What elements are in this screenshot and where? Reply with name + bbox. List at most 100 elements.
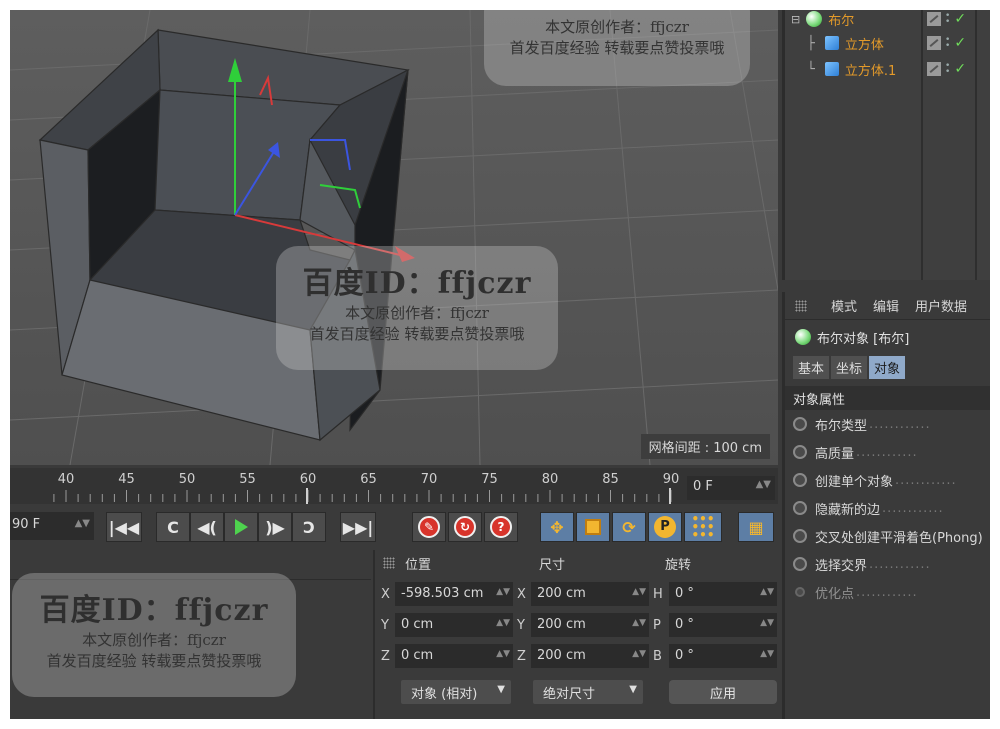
object-row-cube-1[interactable]: └ 立方体.1 • • ✓ <box>785 56 990 82</box>
ruler-tick-label: 90 <box>662 472 680 487</box>
animation-radio-icon[interactable] <box>793 557 807 571</box>
animation-radio-icon[interactable] <box>793 501 807 515</box>
size-mode-dropdown[interactable]: 绝对尺寸 ▼ <box>533 680 643 704</box>
object-name[interactable]: 立方体 <box>845 34 884 53</box>
visibility-dots-icon[interactable]: • • <box>945 12 950 27</box>
watermark-id: 百度ID：ffjczr <box>302 266 532 301</box>
layer-icon[interactable] <box>927 12 941 26</box>
size-x-field[interactable]: 200 cm ▲▼ <box>531 582 649 606</box>
axis-label: X <box>517 587 526 602</box>
current-frame-field[interactable]: 0 F ▲▼ <box>687 476 775 500</box>
position-x-field[interactable]: -598.503 cm ▲▼ <box>395 582 513 606</box>
play-button[interactable] <box>224 512 258 542</box>
object-tags: • • ✓ <box>927 35 966 51</box>
coordinate-mode-dropdown[interactable]: 对象 (相对) ▼ <box>401 680 511 704</box>
grip-icon[interactable] <box>795 299 807 312</box>
spin-icon[interactable]: ▲▼ <box>75 518 90 529</box>
object-name[interactable]: 立方体.1 <box>845 60 896 79</box>
move-tool-button[interactable]: ✥ <box>540 512 574 542</box>
tree-line-icon: ├ <box>807 35 815 51</box>
prop-optimize-points[interactable]: 优化点............ <box>785 578 990 606</box>
prop-select-intersection[interactable]: 选择交界............ <box>785 550 990 578</box>
rotation-h-field[interactable]: 0 ° ▲▼ <box>669 582 777 606</box>
scale-tool-button[interactable] <box>576 512 610 542</box>
tab-coord[interactable]: 坐标 <box>831 355 868 379</box>
animation-radio-icon[interactable] <box>793 417 807 431</box>
points-tool-button[interactable]: ••• ••• ••• <box>684 512 722 542</box>
apply-button[interactable]: 应用 <box>669 680 777 704</box>
spin-icon[interactable]: ▲▼ <box>632 649 646 659</box>
axis-label: Y <box>517 618 525 633</box>
animation-radio-icon[interactable] <box>793 445 807 459</box>
spin-icon[interactable]: ▲▼ <box>632 618 646 628</box>
timeline[interactable]: 40 45 50 55 60 65 70 75 80 85 90 0 F ▲▼ <box>10 468 778 504</box>
prop-high-quality[interactable]: 高质量............ <box>785 438 990 466</box>
section-object-properties[interactable]: 对象属性 <box>785 386 990 410</box>
object-name[interactable]: 布尔 <box>828 10 854 29</box>
field-value: 0 cm <box>401 617 434 632</box>
end-frame-field[interactable]: 90 F ▲▼ <box>10 512 94 540</box>
prop-hide-new-edges[interactable]: 隐藏新的边............ <box>785 494 990 522</box>
tab-object[interactable]: 对象 <box>869 355 906 379</box>
grip-icon[interactable] <box>383 557 395 569</box>
coordinates-header: 位置 尺寸 旋转 <box>375 550 778 576</box>
timeline-marker[interactable] <box>306 488 308 504</box>
go-to-end-button[interactable]: ▶▶| <box>340 512 376 542</box>
spin-icon[interactable]: ▲▼ <box>496 587 510 597</box>
autokey-button[interactable]: ↻ <box>448 512 482 542</box>
go-to-start-button[interactable]: |◀◀ <box>106 512 142 542</box>
timeline-ruler[interactable]: 40 45 50 55 60 65 70 75 80 85 90 <box>10 468 686 504</box>
menu-edit[interactable]: 编辑 <box>873 296 899 315</box>
spin-icon[interactable]: ▲▼ <box>632 587 646 597</box>
size-y-field[interactable]: 200 cm ▲▼ <box>531 613 649 637</box>
position-y-field[interactable]: 0 cm ▲▼ <box>395 613 513 637</box>
object-row-cube[interactable]: ├ 立方体 • • ✓ <box>785 30 990 56</box>
spin-icon[interactable]: ▲▼ <box>760 649 774 659</box>
layer-icon[interactable] <box>927 62 941 76</box>
object-row-boole[interactable]: ⊟ 布尔 • • ✓ <box>785 10 990 32</box>
enabled-check-icon[interactable]: ✓ <box>954 61 966 77</box>
boole-object-mesh[interactable] <box>38 28 410 442</box>
menu-user-data[interactable]: 用户数据 <box>915 296 967 315</box>
visibility-dots-icon[interactable]: • • <box>945 36 950 51</box>
layer-icon[interactable] <box>927 36 941 50</box>
enabled-check-icon[interactable]: ✓ <box>954 35 966 51</box>
spin-icon[interactable]: ▲▼ <box>760 618 774 628</box>
tab-basic[interactable]: 基本 <box>793 355 830 379</box>
visibility-dots-icon[interactable]: • • <box>945 62 950 77</box>
menu-mode[interactable]: 模式 <box>831 296 857 315</box>
help-button[interactable]: ? <box>484 512 518 542</box>
animation-radio-icon[interactable] <box>793 529 807 543</box>
previous-frame-button[interactable]: ◀( <box>190 512 224 542</box>
spin-icon[interactable]: ▲▼ <box>756 479 771 490</box>
scale-icon <box>585 519 601 535</box>
prop-phong-at-intersection[interactable]: 交叉处创建平滑着色(Phong) <box>785 522 990 550</box>
spin-icon[interactable]: ▲▼ <box>496 618 510 628</box>
animation-radio-icon[interactable] <box>795 587 805 597</box>
field-value: -598.503 cm <box>401 586 484 601</box>
param-tool-button[interactable]: P <box>648 512 682 542</box>
next-frame-button[interactable]: )▶ <box>258 512 292 542</box>
play-icon <box>234 519 248 535</box>
animation-radio-icon[interactable] <box>793 473 807 487</box>
prop-leader: ............ <box>882 500 944 516</box>
position-z-field[interactable]: 0 cm ▲▼ <box>395 644 513 668</box>
record-button[interactable]: ✎ <box>412 512 446 542</box>
size-z-field[interactable]: 200 cm ▲▼ <box>531 644 649 668</box>
prop-create-single-object[interactable]: 创建单个对象............ <box>785 466 990 494</box>
previous-key-button[interactable]: C <box>156 512 190 542</box>
coord-row-x: X -598.503 cm ▲▼ X 200 cm ▲▼ H 0 ° ▲▼ <box>375 582 780 608</box>
spin-icon[interactable]: ▲▼ <box>760 587 774 597</box>
rotation-b-field[interactable]: 0 ° ▲▼ <box>669 644 777 668</box>
enabled-check-icon[interactable]: ✓ <box>954 11 966 27</box>
rotate-tool-button[interactable]: ⟳ <box>612 512 646 542</box>
playhead-end-marker[interactable] <box>669 488 671 504</box>
spin-icon[interactable]: ▲▼ <box>496 649 510 659</box>
watermark-note: 首发百度经验 转载要点赞投票哦 <box>509 39 725 57</box>
next-key-button[interactable]: Ↄ <box>292 512 326 542</box>
timeline-window-button[interactable]: ▦ <box>738 512 774 542</box>
collapse-icon[interactable]: ⊟ <box>791 13 800 26</box>
prop-label: 创建单个对象 <box>815 474 894 490</box>
prop-boole-type[interactable]: 布尔类型............ <box>785 410 990 438</box>
rotation-p-field[interactable]: 0 ° ▲▼ <box>669 613 777 637</box>
